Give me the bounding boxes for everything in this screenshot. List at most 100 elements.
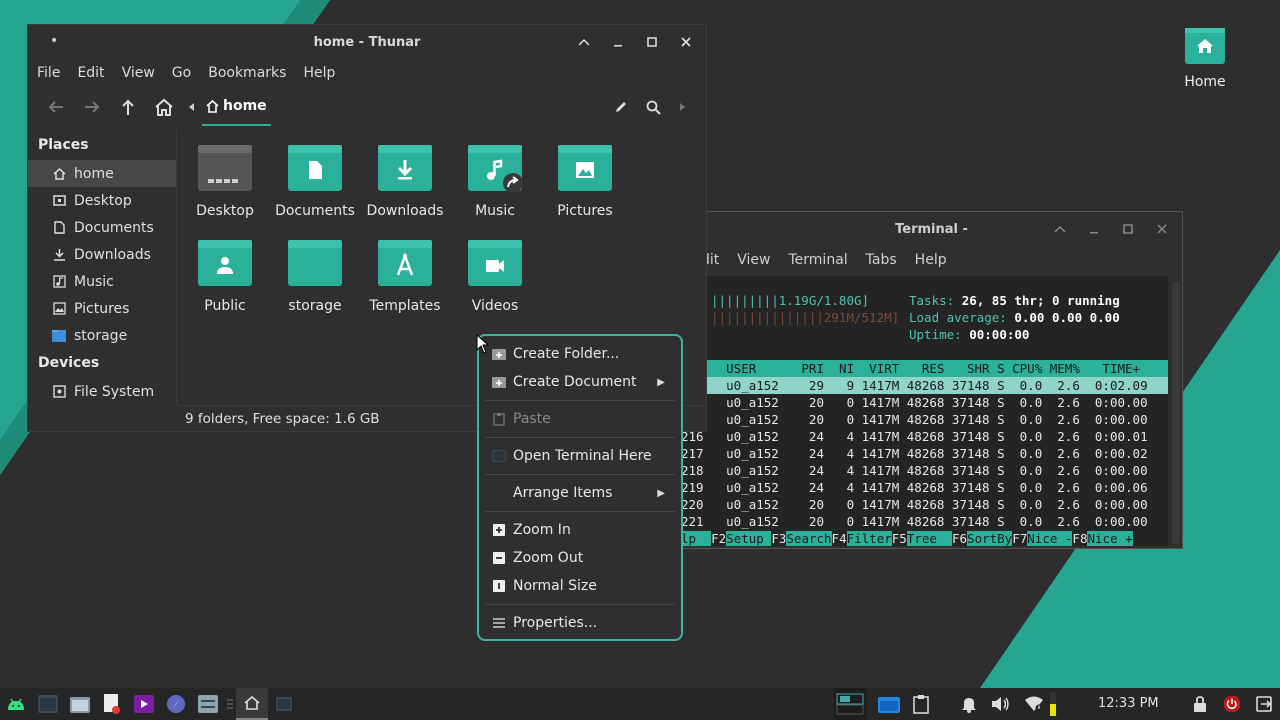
thunar-shade-button[interactable] [574,31,594,53]
menu-item-paste[interactable]: Paste [479,405,681,433]
breadcrumb-home[interactable]: home [202,88,271,126]
file-manager-launcher[interactable] [64,688,96,720]
fkey-label[interactable]: Filter [846,531,892,546]
thunar-maximize-button[interactable] [642,31,662,53]
maximize-icon [1123,224,1133,234]
menu-item-create-folder[interactable]: Create Folder... [479,340,681,368]
terminal-menu-view[interactable]: View [737,252,770,268]
notifications-button[interactable] [953,688,985,720]
process-row[interactable]: 220 u0_a152 20 0 1417M 48268 37148 S 0.0… [681,496,1168,513]
terminal-menu-terminal[interactable]: Terminal [789,252,848,268]
folder-videos[interactable]: Videos [450,238,540,314]
terminal-shade-button[interactable] [1050,218,1070,240]
desktop-home-icon[interactable]: Home [1170,26,1240,90]
sidebar-item-storage[interactable]: storage [28,322,176,349]
menu-edit[interactable]: Edit [77,65,104,81]
show-desktop-button[interactable] [873,688,905,720]
fkey-label[interactable]: SortBy [967,531,1013,546]
task-terminal[interactable] [268,688,300,720]
edit-location-button[interactable] [608,92,634,122]
search-button[interactable] [640,92,666,122]
window-menu-dot[interactable]: • [50,33,58,49]
breadcrumb-scroll-left[interactable] [182,92,200,122]
sidebar-item-home[interactable]: home [28,160,176,187]
terminal-window[interactable]: Terminal - dit View Terminal Tabs Help |… [680,211,1183,549]
menu-help[interactable]: Help [303,65,335,81]
home-button[interactable] [146,92,182,122]
menu-view[interactable]: View [122,65,155,81]
menu-item-open-terminal[interactable]: Open Terminal Here [479,442,681,470]
sidebar-item-label: Documents [74,219,154,236]
battery-indicator[interactable] [1046,688,1060,720]
settings-launcher[interactable] [192,688,224,720]
process-row[interactable]: 216 u0_a152 24 4 1417M 48268 37148 S 0.0… [681,428,1168,445]
folder-downloads[interactable]: Downloads [360,143,450,219]
logout-button[interactable] [1248,688,1280,720]
sidebar-item-downloads[interactable]: Downloads [28,241,176,268]
folder-music[interactable]: Music [450,143,540,219]
folder-templates[interactable]: Templates [360,238,450,314]
thunar-titlebar[interactable]: • home - Thunar [28,25,706,59]
thunar-minimize-button[interactable] [608,31,628,53]
menu-item-zoom-in[interactable]: Zoom In [479,516,681,544]
menu-item-create-document[interactable]: Create Document ▶ [479,368,681,396]
terminal-maximize-button[interactable] [1118,218,1138,240]
terminal-launcher[interactable] [32,688,64,720]
lock-screen-button[interactable] [1184,688,1216,720]
forward-button[interactable] [74,92,110,122]
terminal-minimize-button[interactable] [1084,218,1104,240]
folder-desktop[interactable]: Desktop [180,143,270,219]
process-row[interactable]: u0_a152 20 0 1417M 48268 37148 S 0.0 2.6… [681,394,1168,411]
terminal-close-button[interactable] [1152,218,1172,240]
sidebar-item-music[interactable]: Music [28,268,176,295]
fkey-label[interactable]: Nice + [1087,531,1133,546]
fkey-label[interactable]: lp [681,531,712,546]
power-button[interactable] [1216,688,1248,720]
browser-launcher[interactable] [160,688,192,720]
menu-go[interactable]: Go [172,65,191,81]
task-thunar[interactable] [236,688,268,720]
terminal-titlebar[interactable]: Terminal - [681,212,1182,246]
menu-item-zoom-out[interactable]: Zoom Out [479,544,681,572]
sidebar-item-desktop[interactable]: Desktop [28,187,176,214]
app-menu-button[interactable] [0,688,32,720]
music-icon [52,275,66,289]
workspace-switcher[interactable] [834,688,866,720]
process-row[interactable]: 219 u0_a152 24 4 1417M 48268 37148 S 0.0… [681,479,1168,496]
folder-pictures[interactable]: Pictures [540,143,630,219]
media-player-launcher[interactable] [128,688,160,720]
menu-item-arrange-items[interactable]: Arrange Items ▶ [479,479,681,507]
process-row[interactable]: 218 u0_a152 24 4 1417M 48268 37148 S 0.0… [681,462,1168,479]
process-row[interactable]: u0_a152 20 0 1417M 48268 37148 S 0.0 2.6… [681,411,1168,428]
fkey-label[interactable]: Search [786,531,832,546]
parent-folder-button[interactable] [110,92,146,122]
sidebar-item-file-system[interactable]: File System [28,378,176,405]
folder-storage[interactable]: storage [270,238,360,314]
clipboard-button[interactable] [905,688,937,720]
sidebar-item-documents[interactable]: Documents [28,214,176,241]
terminal-menu-tabs[interactable]: Tabs [866,252,897,268]
breadcrumb-scroll-right[interactable] [672,92,694,122]
fkey-label[interactable]: Tree [906,531,952,546]
menu-item-normal-size[interactable]: Normal Size [479,572,681,600]
menu-item-properties[interactable]: Properties... [479,609,681,637]
back-button[interactable] [38,92,74,122]
folder-public[interactable]: Public [180,238,270,314]
volume-button[interactable] [985,688,1017,720]
process-row[interactable]: 217 u0_a152 24 4 1417M 48268 37148 S 0.0… [681,445,1168,462]
clock[interactable]: 12:33 PM [1098,696,1159,711]
process-row[interactable]: u0_a152 29 9 1417M 48268 37148 S 0.0 2.6… [681,377,1168,394]
terminal-menu-help[interactable]: Help [915,252,947,268]
thunar-close-button[interactable] [676,31,696,53]
fkey-label[interactable]: Setup [726,531,772,546]
terminal-output[interactable]: |||||||||1.19G/1.80G] |||||||||||||||291… [681,276,1168,546]
sidebar-item-label: home [74,165,114,182]
menu-bookmarks[interactable]: Bookmarks [208,65,286,81]
folder-documents[interactable]: Documents [270,143,360,219]
sidebar-item-pictures[interactable]: Pictures [28,295,176,322]
menu-file[interactable]: File [37,65,60,81]
text-editor-launcher[interactable] [96,688,128,720]
process-row[interactable]: 221 u0_a152 20 0 1417M 48268 37148 S 0.0… [681,513,1168,530]
fkey-label[interactable]: Nice - [1027,531,1073,546]
terminal-scrollbar[interactable] [1172,282,1180,544]
